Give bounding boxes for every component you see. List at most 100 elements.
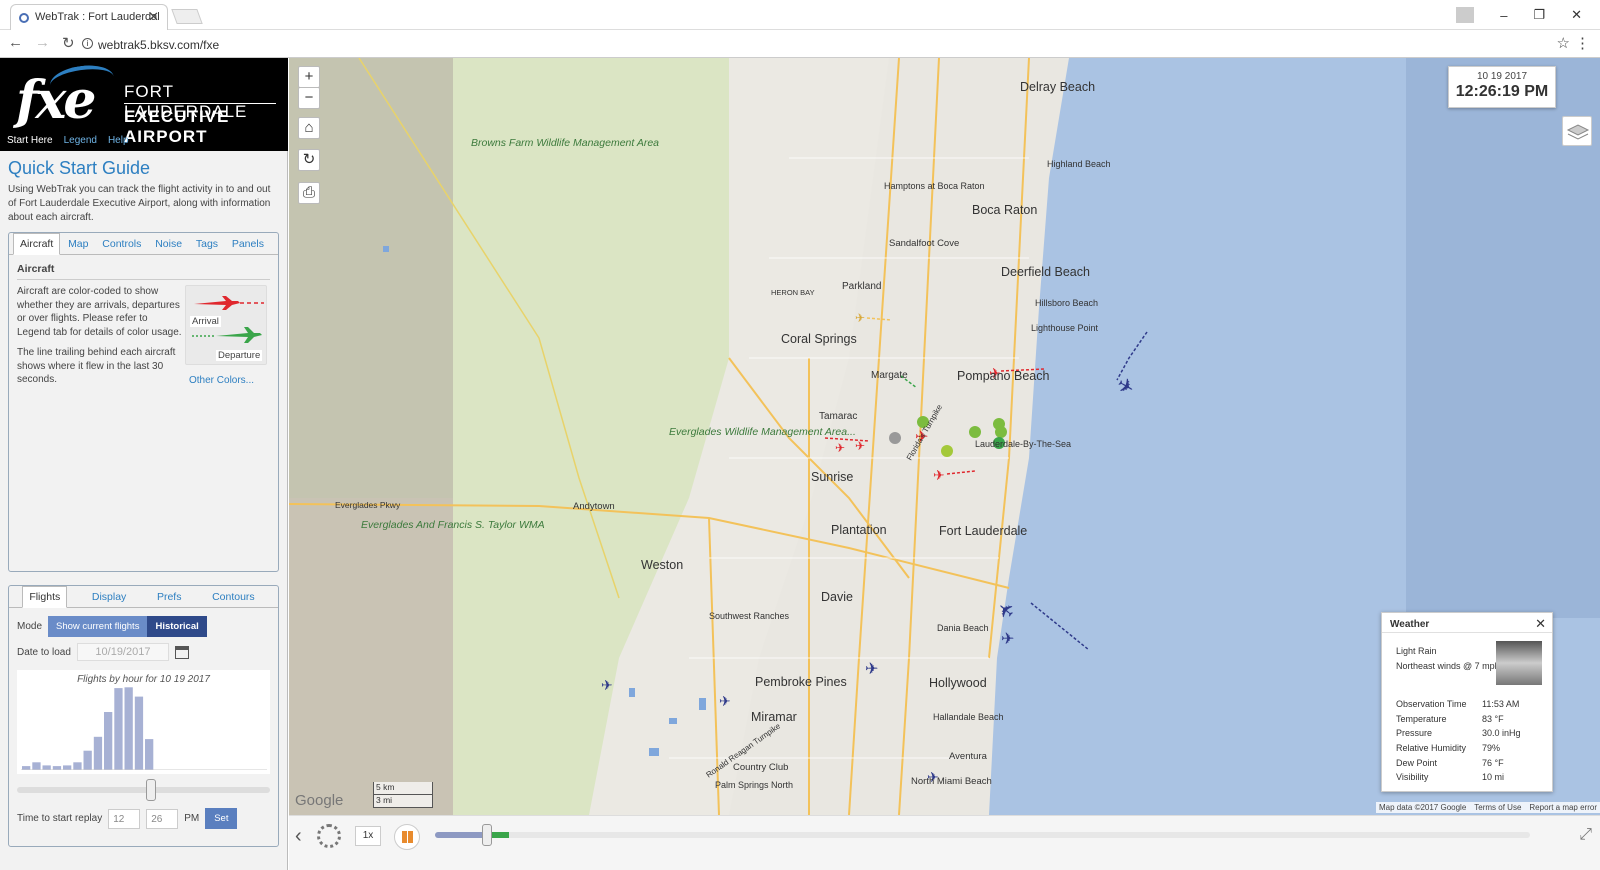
- pause-button[interactable]: [394, 824, 420, 850]
- tab-display[interactable]: Display: [86, 587, 132, 607]
- ampm-label: PM: [184, 813, 200, 824]
- place-nmiami: North Miami Beach: [911, 776, 992, 787]
- set-button[interactable]: Set: [205, 808, 238, 829]
- address-bar: ← → ↻ i webtrak5.bksv.com/fxe ☆ ⋮: [0, 30, 1600, 58]
- tab-panels[interactable]: Panels: [226, 234, 270, 254]
- tab-aircraft[interactable]: Aircraft: [13, 233, 61, 255]
- date-input[interactable]: 10/19/2017: [76, 643, 169, 661]
- weather-row: Visibility 10 mi: [1396, 772, 1505, 783]
- layers-icon[interactable]: [1562, 116, 1592, 146]
- calendar-icon[interactable]: [174, 645, 189, 659]
- place-dania: Dania Beach: [937, 623, 989, 633]
- svg-text:✈: ✈: [601, 677, 613, 693]
- place-coral: Coral Springs: [781, 332, 857, 346]
- bookmark-star-icon[interactable]: ☆: [1557, 34, 1570, 52]
- globe-icon: [19, 13, 29, 23]
- map-view[interactable]: ✈ ✈ ✈ ✈ ✈ ✈ ✈ ✈ ✈ ✈ ✈ ✈ ✈ Delray Beach H…: [289, 58, 1600, 815]
- place-heron: HERON BAY: [771, 288, 815, 297]
- collapse-left-icon[interactable]: ‹: [295, 825, 302, 848]
- arrival-plane-icon: [194, 296, 240, 310]
- svg-text:✈: ✈: [855, 439, 865, 453]
- svg-text:✈: ✈: [1001, 631, 1014, 648]
- clock-date: 10 19 2017: [1476, 71, 1528, 82]
- section-title: Aircraft: [17, 263, 270, 280]
- timeline-slider[interactable]: [435, 824, 1530, 846]
- weather-condition: Light Rain Northeast winds @ 7 mph: [1396, 644, 1496, 674]
- place-plantation: Plantation: [831, 523, 887, 537]
- map-scale: 5 km 3 mi: [373, 782, 433, 808]
- place-highland: Highland Beach: [1047, 159, 1111, 169]
- weather-condition-text: Light Rain: [1396, 646, 1437, 656]
- departure-plane-icon: [216, 327, 262, 343]
- tab-contours[interactable]: Contours: [206, 587, 261, 607]
- profile-icon[interactable]: [1456, 7, 1475, 23]
- hour-input[interactable]: 12: [108, 808, 141, 829]
- place-everglades: Everglades Wildlife Management Area...: [669, 427, 856, 438]
- refresh-icon[interactable]: ↻: [298, 149, 320, 171]
- print-icon[interactable]: ⎙: [298, 182, 320, 204]
- timeline-thumb[interactable]: [482, 824, 493, 846]
- nav-help[interactable]: Help: [108, 135, 129, 146]
- close-icon[interactable]: ✕: [1535, 616, 1546, 632]
- info-icon[interactable]: i: [82, 38, 93, 49]
- tab-prefs[interactable]: Prefs: [151, 587, 188, 607]
- weather-panel: Weather ✕ Light Rain Northeast winds @ 7…: [1381, 612, 1553, 792]
- place-sunrise: Sunrise: [811, 470, 854, 484]
- tab-flights[interactable]: Flights: [22, 586, 68, 608]
- place-delray: Delray Beach: [1020, 80, 1096, 94]
- close-tab-icon[interactable]: ✕: [148, 9, 159, 25]
- tab-controls[interactable]: Controls: [96, 234, 147, 254]
- weather-title: Weather: [1382, 613, 1552, 633]
- terms-link[interactable]: Terms of Use: [1474, 803, 1521, 812]
- forward-icon[interactable]: →: [35, 34, 50, 52]
- weather-row: Pressure 30.0 inHg: [1396, 728, 1521, 739]
- place-fll: Fort Lauderdale: [939, 524, 1028, 538]
- nav-legend[interactable]: Legend: [64, 135, 97, 146]
- mode-buttons: Show current flights Historical: [48, 616, 207, 637]
- url-field[interactable]: i webtrak5.bksv.com/fxe: [82, 35, 1562, 55]
- hour-slider-thumb[interactable]: [145, 779, 156, 801]
- map-data-credit: Map data ©2017 Google: [1378, 803, 1467, 812]
- place-hamptons: Hamptons at Boca Raton: [884, 181, 985, 191]
- speed-button[interactable]: 1x: [355, 826, 381, 846]
- chart-bar: [52, 766, 62, 770]
- expand-icon[interactable]: ⤢: [1579, 826, 1592, 844]
- restore-icon[interactable]: ❐: [1533, 7, 1545, 23]
- other-colors-link[interactable]: Other Colors...: [189, 375, 254, 386]
- tab-map[interactable]: Map: [62, 234, 94, 254]
- back-icon[interactable]: ←: [8, 34, 23, 52]
- scale-mi: 3 mi: [373, 795, 433, 808]
- guide-tabs: Aircraft Map Controls Noise Tags Panels: [9, 233, 278, 255]
- place-pompano: Pompano Beach: [957, 369, 1050, 383]
- zoom-out-button[interactable]: −: [298, 87, 320, 109]
- report-error-link[interactable]: Report a map error: [1529, 803, 1597, 812]
- home-icon[interactable]: ⌂: [298, 117, 320, 139]
- new-tab-button[interactable]: [171, 9, 203, 24]
- nav-start-here[interactable]: Start Here: [7, 135, 53, 146]
- hour-slider[interactable]: [17, 779, 270, 801]
- scale-km: 5 km: [373, 782, 433, 795]
- zoom-in-button[interactable]: +: [298, 66, 320, 88]
- tab-noise[interactable]: Noise: [149, 234, 188, 254]
- minute-input[interactable]: 26: [146, 808, 179, 829]
- aircraft-para2: The line trailing behind each aircraft s…: [17, 347, 176, 385]
- quick-start: Quick Start Guide Using WebTrak you can …: [8, 158, 278, 225]
- minimize-icon[interactable]: –: [1500, 8, 1507, 23]
- close-window-icon[interactable]: ✕: [1571, 7, 1582, 23]
- reload-icon[interactable]: ↻: [62, 34, 75, 52]
- flights-chart: Flights by hour for 10 19 2017: [17, 670, 270, 774]
- gear-icon[interactable]: [317, 824, 341, 848]
- date-label: Date to load: [17, 646, 71, 658]
- chart-bar: [114, 688, 123, 770]
- show-current-button[interactable]: Show current flights: [48, 616, 148, 637]
- nav-buttons: ← → ↻: [8, 34, 75, 52]
- browser-menu-icon[interactable]: ⋮: [1575, 34, 1590, 52]
- brand-header: fxe FORT LAUDERDALE EXECUTIVE AIRPORT St…: [0, 58, 288, 151]
- tab-tags[interactable]: Tags: [190, 234, 224, 254]
- replay-label: Time to start replay: [17, 813, 103, 824]
- window-controls: – ❐ ✕: [1456, 0, 1600, 30]
- place-andytown: Andytown: [573, 501, 615, 512]
- browser-tab[interactable]: WebTrak : Fort Lauderdal ✕: [10, 4, 168, 30]
- historical-button[interactable]: Historical: [147, 616, 207, 637]
- chart-bar: [104, 712, 113, 770]
